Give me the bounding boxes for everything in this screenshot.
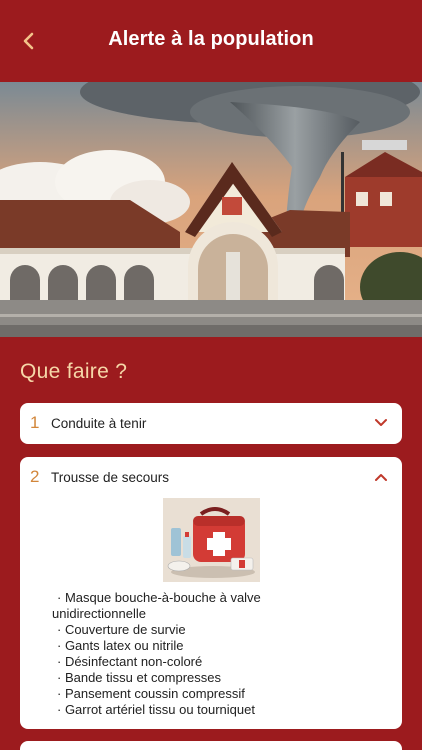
page-title: Alerte à la population	[108, 28, 314, 50]
kit-items-list: · Masque bouche-à-bouche à valve unidire…	[52, 590, 377, 718]
list-item: · Bande tissu et compresses	[57, 670, 222, 685]
accordion-item-trousse[interactable]: 2 Trousse de secours · Masque bouche-à-b…	[20, 457, 402, 729]
list-item: · Masque bouche-à-bouche à valve	[57, 590, 261, 605]
first-aid-kit-image	[163, 498, 260, 582]
section-title: Que faire ?	[20, 360, 128, 383]
list-item: · Couverture de survie	[57, 622, 186, 637]
accordion-number: 2	[30, 467, 40, 486]
accordion-item-conduite[interactable]: 1 Conduite à tenir	[20, 403, 402, 444]
list-item: · Garrot artériel tissu ou tourniquet	[57, 702, 255, 717]
list-item: · Gants latex ou nitrile	[57, 638, 184, 653]
accordion-label: Trousse de secours	[51, 470, 170, 485]
accordion-label: Conduite à tenir	[51, 416, 147, 431]
accordion-item-next[interactable]	[20, 741, 402, 750]
chevron-down-icon[interactable]	[374, 417, 388, 429]
list-item: unidirectionnelle	[52, 606, 146, 621]
list-item: · Pansement coussin compressif	[57, 686, 245, 701]
hero-image	[0, 82, 422, 337]
app-bar: Alerte à la population	[0, 0, 422, 82]
chevron-up-icon[interactable]	[374, 471, 388, 483]
accordion-number: 1	[30, 413, 40, 432]
list-item: · Désinfectant non-coloré	[57, 654, 203, 669]
